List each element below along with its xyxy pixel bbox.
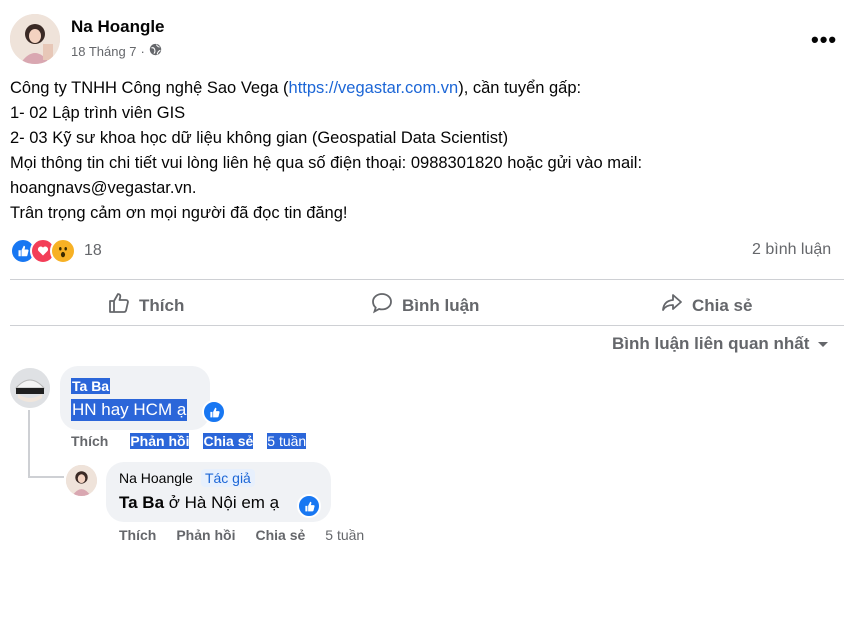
thread-branch	[28, 476, 64, 478]
more-options-icon[interactable]: •••	[811, 27, 837, 53]
reply-like-link[interactable]: Thích	[119, 527, 156, 543]
reply-share-link[interactable]: Chia sẻ	[255, 527, 305, 543]
comment-count[interactable]: 2 bình luận	[752, 241, 831, 259]
globe-icon	[149, 43, 162, 59]
reply-like-badge-icon[interactable]	[297, 494, 321, 518]
post-line-6: Trân trọng cảm ơn mọi người đã đọc tin đ…	[10, 204, 348, 222]
post-line-5: hoangnavs@vegastar.vn.	[10, 179, 197, 197]
comment-icon	[370, 291, 394, 320]
comment-author[interactable]: Ta Ba	[71, 378, 111, 394]
like-button[interactable]: Thích	[107, 291, 184, 320]
comment-like-badge-icon[interactable]	[202, 400, 226, 424]
reaction-count: 18	[84, 242, 102, 259]
thumbs-up-icon	[107, 291, 131, 320]
post-line-3: 2- 03 Kỹ sư khoa học dữ liệu không gian …	[10, 129, 509, 147]
comment-actions: Thích Phản hồi Chia sẻ 5 tuần	[71, 433, 307, 449]
comment-like-link[interactable]: Thích	[71, 433, 108, 449]
author-avatar[interactable]	[10, 14, 60, 64]
reply-text: Ta Ba ở Hà Nội em ạ	[119, 493, 280, 512]
post-date[interactable]: 18 Tháng 7	[71, 44, 137, 59]
comment-text: HN hay HCM ạ	[71, 399, 188, 421]
reply-reply-link[interactable]: Phản hồi	[176, 527, 235, 543]
caret-down-icon	[817, 334, 829, 354]
thread-line	[28, 410, 30, 478]
reply-author-avatar[interactable]	[66, 465, 97, 496]
divider-top	[10, 279, 844, 280]
commenter-avatar[interactable]	[10, 368, 50, 408]
wow-reaction-icon	[50, 238, 76, 264]
share-icon	[660, 291, 684, 320]
reply-actions: Thích Phản hồi Chia sẻ 5 tuần	[119, 527, 364, 543]
post-line-1: Công ty TNHH Công nghệ Sao Vega (https:/…	[10, 79, 582, 97]
author-name[interactable]: Na Hoangle	[71, 17, 165, 37]
post-meta: 18 Tháng 7 ·	[71, 43, 162, 59]
comment-time[interactable]: 5 tuần	[267, 433, 307, 449]
share-button[interactable]: Chia sẻ	[660, 291, 752, 320]
reaction-summary[interactable]: 18	[10, 238, 102, 264]
reply-author[interactable]: Na Hoangle	[119, 470, 193, 486]
author-tag: Tác giả	[200, 469, 255, 487]
post-body: Công ty TNHH Công nghệ Sao Vega (https:/…	[10, 76, 642, 226]
post-link[interactable]: https://vegastar.com.vn	[289, 79, 459, 97]
comment-sort-dropdown[interactable]: Bình luận liên quan nhất	[612, 334, 829, 354]
divider-bottom	[10, 325, 844, 326]
comment-button[interactable]: Bình luận	[370, 291, 479, 320]
reply-mention[interactable]: Ta Ba	[119, 493, 164, 512]
post-line-4: Mọi thông tin chi tiết vui lòng liên hệ …	[10, 154, 643, 172]
dot-separator: ·	[140, 43, 145, 59]
reply-header: Na Hoangle Tác giả	[119, 469, 255, 487]
post-line-2: 1- 02 Lập trình viên GIS	[10, 104, 186, 122]
reply-time[interactable]: 5 tuần	[325, 527, 364, 543]
comment-reply-link[interactable]: Phản hồi	[130, 433, 190, 449]
comment-share-link[interactable]: Chia sẻ	[203, 433, 254, 449]
